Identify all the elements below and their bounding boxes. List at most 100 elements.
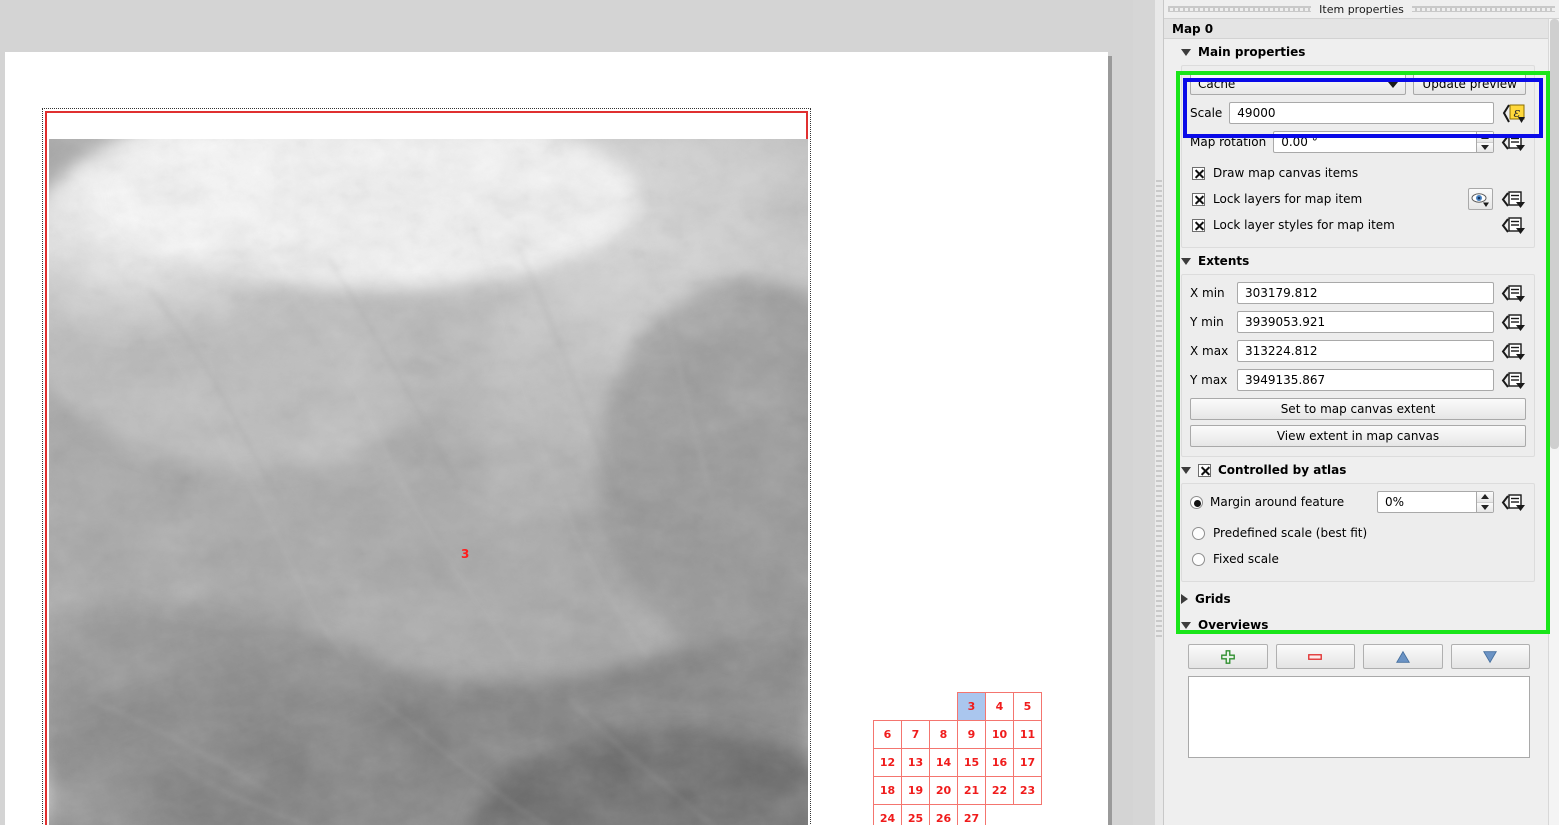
xmax-input[interactable]: 313224.812 [1237,340,1494,362]
atlas-grid-cell-14[interactable]: 14 [929,748,958,777]
move-overview-down-button[interactable] [1450,644,1530,669]
lock-styles-row[interactable]: Lock layer styles for map item [1190,212,1526,238]
stepper-down[interactable] [1477,502,1493,512]
render-mode-value: Cache [1198,77,1236,91]
dem-image [49,139,808,825]
data-defined-override-icon[interactable] [1501,284,1526,303]
atlas-grid-cell-24[interactable]: 24 [873,804,902,825]
ymin-input[interactable]: 3939053.921 [1237,311,1494,333]
dock-title: Item properties [1311,2,1412,16]
atlas-coverage-grid[interactable]: 3 4 5 6 7 8 9 10 11 12 13 14 15 16 17 18 19 20 21 22 23 24 25 2… [873,692,1042,825]
atlas-grid-cell-10[interactable]: 10 [985,720,1014,749]
data-defined-override-icon[interactable] [1501,313,1526,332]
rotation-row: Map rotation 0.00 ° [1190,131,1526,153]
margin-stepper[interactable] [1476,492,1493,512]
dock-titlebar[interactable]: Item properties [1164,0,1559,18]
xmin-row: X min 303179.812 [1190,282,1526,304]
atlas-grid-cell-25[interactable]: 25 [901,804,930,825]
atlas-panel: Margin around feature 0% Predefined scal… [1181,483,1535,582]
section-extents[interactable]: Extents [1172,248,1539,274]
atlas-grid-cell-18[interactable]: 18 [873,776,902,805]
view-extent-in-map-canvas-button[interactable]: View extent in map canvas [1190,425,1526,447]
atlas-grid-cell-23[interactable]: 23 [1013,776,1042,805]
minus-icon [1308,653,1323,660]
dem-raster-preview [49,139,808,825]
data-defined-override-icon[interactable] [1501,133,1526,152]
data-defined-override-icon[interactable] [1501,190,1526,209]
radio-fixed-scale[interactable] [1192,552,1205,566]
section-controlled-by-atlas[interactable]: Controlled by atlas [1172,457,1539,483]
atlas-grid-cell-21[interactable]: 21 [957,776,986,805]
checkbox-lock-layers[interactable] [1192,192,1205,206]
checkbox-controlled-by-atlas[interactable] [1198,463,1211,477]
fixed-scale-row[interactable]: Fixed scale [1190,546,1526,572]
chevron-down-icon [1181,621,1191,629]
radio-predefined-scale[interactable] [1192,526,1205,540]
stepper-up[interactable] [1477,492,1493,503]
layer-visibility-preset-button[interactable] [1468,188,1493,210]
data-defined-override-icon[interactable] [1501,493,1526,512]
remove-overview-button[interactable] [1275,644,1355,669]
checkbox-draw-canvas-items[interactable] [1192,166,1205,180]
atlas-grid-cell-3[interactable]: 3 [957,692,986,721]
map-item-map0[interactable]: 3 [45,111,808,825]
overviews-list[interactable] [1188,676,1530,758]
atlas-grid-cell-5[interactable]: 5 [1013,692,1042,721]
panel-splitter[interactable] [1155,0,1163,825]
atlas-grid-cell-15[interactable]: 15 [957,748,986,777]
atlas-grid-cell-27[interactable]: 27 [957,804,986,825]
atlas-grid-cell-12[interactable]: 12 [873,748,902,777]
atlas-grid-cell-11[interactable]: 11 [1013,720,1042,749]
add-overview-button[interactable] [1188,644,1268,669]
data-defined-override-icon[interactable] [1501,216,1526,235]
atlas-grid-cell-9[interactable]: 9 [957,720,986,749]
section-main-properties[interactable]: Main properties [1172,39,1539,65]
section-grids[interactable]: Grids [1172,586,1539,612]
atlas-grid-cell-4[interactable]: 4 [985,692,1014,721]
main-properties-panel: Cache Update preview Scale 49000 ε Map r… [1181,65,1535,248]
margin-input[interactable]: 0% [1377,491,1494,513]
atlas-grid-cell-6[interactable]: 6 [873,720,902,749]
scale-input[interactable]: 49000 [1229,102,1494,124]
extents-panel: X min 303179.812 Y min 3939053.921 X max… [1181,274,1535,457]
section-overviews[interactable]: Overviews [1172,612,1539,638]
stepper-down[interactable] [1477,142,1493,152]
dock-vertical-scrollbar[interactable] [1548,19,1559,825]
atlas-grid-cell-8[interactable]: 8 [929,720,958,749]
data-defined-expression-icon[interactable]: ε [1501,103,1526,124]
splitter-grip [1156,180,1162,640]
set-to-map-canvas-extent-button[interactable]: Set to map canvas extent [1190,398,1526,420]
checkbox-lock-layer-styles[interactable] [1192,218,1205,232]
lock-layers-row[interactable]: Lock layers for map item [1190,186,1526,212]
section-title: Main properties [1198,45,1306,59]
dock-scrollbar-thumb[interactable] [1550,19,1559,449]
draw-canvas-items-row[interactable]: Draw map canvas items [1190,160,1526,186]
map-rotation-input[interactable]: 0.00 ° [1273,131,1494,153]
render-mode-combo[interactable]: Cache [1190,73,1407,95]
data-defined-override-icon[interactable] [1501,371,1526,390]
layout-canvas[interactable]: 3 3 4 5 6 7 8 9 10 11 12 13 14 15 16 17 18 19 20 21 22 23 24 2… [0,0,1133,825]
atlas-grid-cell-26[interactable]: 26 [929,804,958,825]
chevron-right-icon [1181,594,1188,604]
atlas-grid-cell-16[interactable]: 16 [985,748,1014,777]
atlas-grid-cell-19[interactable]: 19 [901,776,930,805]
predefined-scale-row[interactable]: Predefined scale (best fit) [1190,520,1526,546]
scale-label: Scale [1190,106,1223,120]
atlas-grid-cell-13[interactable]: 13 [901,748,930,777]
radio-margin-around-feature[interactable] [1190,495,1203,509]
layout-page[interactable]: 3 3 4 5 6 7 8 9 10 11 12 13 14 15 16 17 18 19 20 21 22 23 24 2… [5,52,1108,825]
atlas-grid-cell-7[interactable]: 7 [901,720,930,749]
atlas-grid-cell-17[interactable]: 17 [1013,748,1042,777]
move-overview-up-button[interactable] [1363,644,1443,669]
atlas-grid-cell-22[interactable]: 22 [985,776,1014,805]
atlas-grid-cell-20[interactable]: 20 [929,776,958,805]
xmin-input[interactable]: 303179.812 [1237,282,1494,304]
stepper-up[interactable] [1477,132,1493,143]
ymax-input[interactable]: 3949135.867 [1237,369,1494,391]
data-defined-override-icon[interactable] [1501,342,1526,361]
triangle-up-icon [1395,650,1410,663]
update-preview-button[interactable]: Update preview [1413,73,1526,95]
xmax-row: X max 313224.812 [1190,340,1526,362]
rotation-stepper[interactable] [1476,132,1493,152]
overviews-toolbar [1188,644,1530,669]
